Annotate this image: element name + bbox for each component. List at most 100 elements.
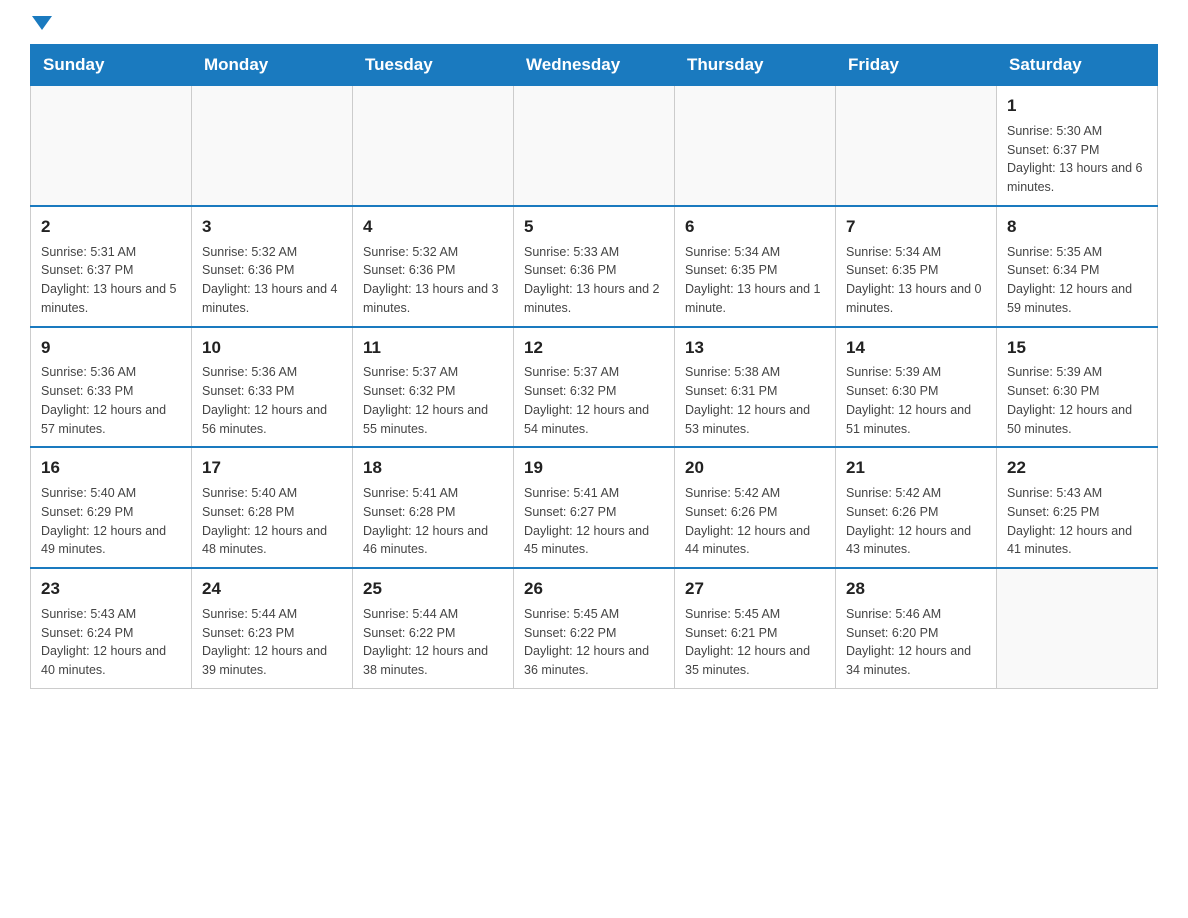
calendar-table: SundayMondayTuesdayWednesdayThursdayFrid…: [30, 44, 1158, 689]
calendar-day-cell: [31, 86, 192, 206]
calendar-day-cell: 20Sunrise: 5:42 AMSunset: 6:26 PMDayligh…: [675, 447, 836, 568]
calendar-day-cell: [514, 86, 675, 206]
day-info: Sunrise: 5:34 AMSunset: 6:35 PMDaylight:…: [685, 243, 825, 318]
calendar-day-cell: 15 Sunrise: 5:39 AMSunset: 6:30 PMDayligh…: [997, 327, 1158, 448]
day-number: 20: [685, 456, 825, 480]
calendar-week-row: 1 Sunrise: 5:30 AMSunset: 6:37 PMDaylight…: [31, 86, 1158, 206]
calendar-day-cell: 17 Sunrise: 5:40 AMSunset: 6:28 PMDayligh…: [192, 447, 353, 568]
page-header: [30, 20, 1158, 34]
calendar-header-sunday: Sunday: [31, 45, 192, 86]
calendar-week-row: 9 Sunrise: 5:36 AMSunset: 6:33 PMDaylight…: [31, 327, 1158, 448]
day-number: 15: [1007, 336, 1147, 360]
day-number: 27: [685, 577, 825, 601]
day-info: Sunrise: 5:44 AMSunset: 6:23 PMDaylight:…: [202, 605, 342, 680]
day-number: 4: [363, 215, 503, 239]
day-info: Sunrise: 5:31 AMSunset: 6:37 PMDaylight:…: [41, 243, 181, 318]
calendar-header-saturday: Saturday: [997, 45, 1158, 86]
day-info: Sunrise: 5:34 AMSunset: 6:35 PMDaylight:…: [846, 243, 986, 318]
day-info: Sunrise: 5:36 AMSunset: 6:33 PMDaylight:…: [202, 363, 342, 438]
calendar-day-cell: 3 Sunrise: 5:32 AMSunset: 6:36 PMDaylight…: [192, 206, 353, 327]
calendar-day-cell: [997, 568, 1158, 688]
day-number: 11: [363, 336, 503, 360]
calendar-day-cell: [836, 86, 997, 206]
calendar-header-row: SundayMondayTuesdayWednesdayThursdayFrid…: [31, 45, 1158, 86]
calendar-header-friday: Friday: [836, 45, 997, 86]
calendar-day-cell: [353, 86, 514, 206]
calendar-day-cell: [675, 86, 836, 206]
calendar-day-cell: 6 Sunrise: 5:34 AMSunset: 6:35 PMDaylight…: [675, 206, 836, 327]
day-info: Sunrise: 5:37 AMSunset: 6:32 PMDaylight:…: [363, 363, 503, 438]
day-number: 14: [846, 336, 986, 360]
day-number: 24: [202, 577, 342, 601]
day-info: Sunrise: 5:40 AMSunset: 6:28 PMDaylight:…: [202, 484, 342, 559]
day-info: Sunrise: 5:44 AMSunset: 6:22 PMDaylight:…: [363, 605, 503, 680]
calendar-day-cell: 1 Sunrise: 5:30 AMSunset: 6:37 PMDaylight…: [997, 86, 1158, 206]
calendar-day-cell: 25 Sunrise: 5:44 AMSunset: 6:22 PMDayligh…: [353, 568, 514, 688]
calendar-week-row: 2 Sunrise: 5:31 AMSunset: 6:37 PMDaylight…: [31, 206, 1158, 327]
day-number: 5: [524, 215, 664, 239]
calendar-header-tuesday: Tuesday: [353, 45, 514, 86]
calendar-day-cell: 10 Sunrise: 5:36 AMSunset: 6:33 PMDayligh…: [192, 327, 353, 448]
calendar-day-cell: 5 Sunrise: 5:33 AMSunset: 6:36 PMDaylight…: [514, 206, 675, 327]
day-number: 8: [1007, 215, 1147, 239]
day-info: Sunrise: 5:39 AMSunset: 6:30 PMDaylight:…: [846, 363, 986, 438]
calendar-day-cell: 23 Sunrise: 5:43 AMSunset: 6:24 PMDayligh…: [31, 568, 192, 688]
day-info: Sunrise: 5:45 AMSunset: 6:21 PMDaylight:…: [685, 605, 825, 680]
day-info: Sunrise: 5:41 AMSunset: 6:28 PMDaylight:…: [363, 484, 503, 559]
calendar-day-cell: 2 Sunrise: 5:31 AMSunset: 6:37 PMDaylight…: [31, 206, 192, 327]
calendar-day-cell: 28 Sunrise: 5:46 AMSunset: 6:20 PMDayligh…: [836, 568, 997, 688]
day-number: 16: [41, 456, 181, 480]
day-number: 3: [202, 215, 342, 239]
day-info: Sunrise: 5:30 AMSunset: 6:37 PMDaylight:…: [1007, 122, 1147, 197]
calendar-day-cell: 4Sunrise: 5:32 AMSunset: 6:36 PMDaylight…: [353, 206, 514, 327]
calendar-header-monday: Monday: [192, 45, 353, 86]
day-number: 22: [1007, 456, 1147, 480]
day-number: 6: [685, 215, 825, 239]
day-info: Sunrise: 5:38 AMSunset: 6:31 PMDaylight:…: [685, 363, 825, 438]
day-number: 17: [202, 456, 342, 480]
day-info: Sunrise: 5:46 AMSunset: 6:20 PMDaylight:…: [846, 605, 986, 680]
calendar-day-cell: 19 Sunrise: 5:41 AMSunset: 6:27 PMDayligh…: [514, 447, 675, 568]
day-info: Sunrise: 5:37 AMSunset: 6:32 PMDaylight:…: [524, 363, 664, 438]
calendar-day-cell: 18 Sunrise: 5:41 AMSunset: 6:28 PMDayligh…: [353, 447, 514, 568]
calendar-day-cell: 7 Sunrise: 5:34 AMSunset: 6:35 PMDaylight…: [836, 206, 997, 327]
day-number: 26: [524, 577, 664, 601]
day-info: Sunrise: 5:43 AMSunset: 6:25 PMDaylight:…: [1007, 484, 1147, 559]
day-info: Sunrise: 5:32 AMSunset: 6:36 PMDaylight:…: [202, 243, 342, 318]
day-number: 7: [846, 215, 986, 239]
day-number: 2: [41, 215, 181, 239]
day-number: 28: [846, 577, 986, 601]
calendar-day-cell: 14 Sunrise: 5:39 AMSunset: 6:30 PMDayligh…: [836, 327, 997, 448]
day-number: 21: [846, 456, 986, 480]
day-number: 12: [524, 336, 664, 360]
day-number: 9: [41, 336, 181, 360]
day-number: 1: [1007, 94, 1147, 118]
logo-triangle-icon: [32, 16, 52, 30]
day-number: 10: [202, 336, 342, 360]
day-info: Sunrise: 5:45 AMSunset: 6:22 PMDaylight:…: [524, 605, 664, 680]
day-number: 23: [41, 577, 181, 601]
calendar-week-row: 16 Sunrise: 5:40 AMSunset: 6:29 PMDayligh…: [31, 447, 1158, 568]
calendar-day-cell: 24 Sunrise: 5:44 AMSunset: 6:23 PMDayligh…: [192, 568, 353, 688]
calendar-day-cell: 26 Sunrise: 5:45 AMSunset: 6:22 PMDayligh…: [514, 568, 675, 688]
calendar-week-row: 23 Sunrise: 5:43 AMSunset: 6:24 PMDayligh…: [31, 568, 1158, 688]
day-info: Sunrise: 5:43 AMSunset: 6:24 PMDaylight:…: [41, 605, 181, 680]
calendar-day-cell: 11 Sunrise: 5:37 AMSunset: 6:32 PMDayligh…: [353, 327, 514, 448]
calendar-day-cell: 21 Sunrise: 5:42 AMSunset: 6:26 PMDayligh…: [836, 447, 997, 568]
day-info: Sunrise: 5:35 AMSunset: 6:34 PMDaylight:…: [1007, 243, 1147, 318]
calendar-header-thursday: Thursday: [675, 45, 836, 86]
calendar-header-wednesday: Wednesday: [514, 45, 675, 86]
day-info: Sunrise: 5:42 AMSunset: 6:26 PMDaylight:…: [846, 484, 986, 559]
calendar-day-cell: 16 Sunrise: 5:40 AMSunset: 6:29 PMDayligh…: [31, 447, 192, 568]
day-info: Sunrise: 5:39 AMSunset: 6:30 PMDaylight:…: [1007, 363, 1147, 438]
day-number: 25: [363, 577, 503, 601]
calendar-day-cell: 27 Sunrise: 5:45 AMSunset: 6:21 PMDayligh…: [675, 568, 836, 688]
day-number: 18: [363, 456, 503, 480]
day-info: Sunrise: 5:33 AMSunset: 6:36 PMDaylight:…: [524, 243, 664, 318]
day-info: Sunrise: 5:41 AMSunset: 6:27 PMDaylight:…: [524, 484, 664, 559]
day-number: 13: [685, 336, 825, 360]
day-info: Sunrise: 5:36 AMSunset: 6:33 PMDaylight:…: [41, 363, 181, 438]
day-info: Sunrise: 5:40 AMSunset: 6:29 PMDaylight:…: [41, 484, 181, 559]
day-number: 19: [524, 456, 664, 480]
calendar-day-cell: [192, 86, 353, 206]
